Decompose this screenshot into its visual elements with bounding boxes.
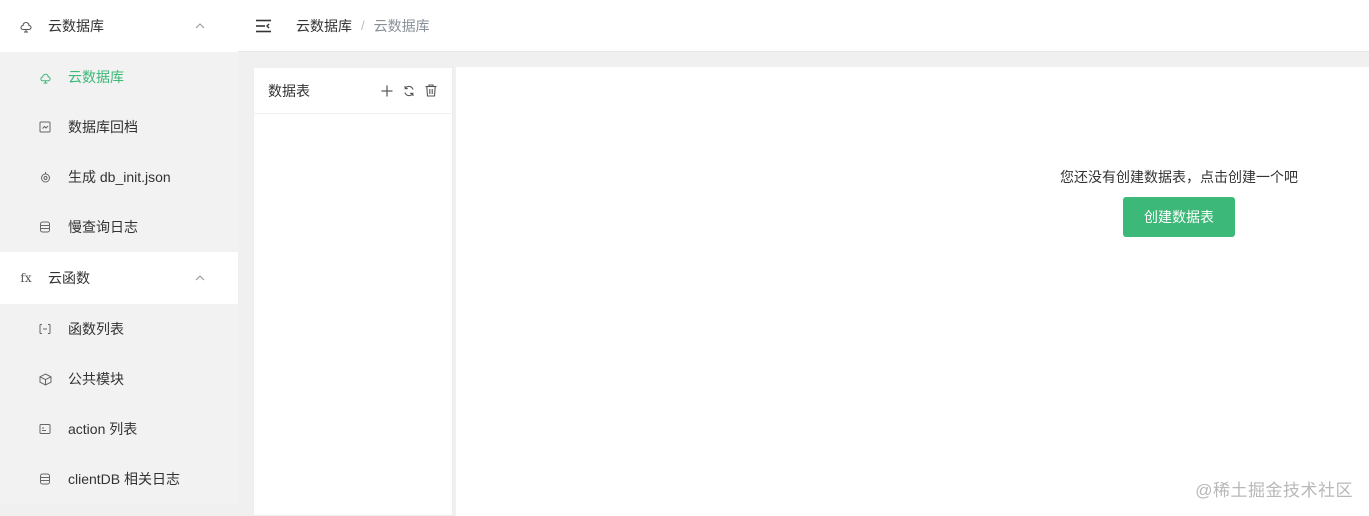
fx-icon: fx [20,271,32,285]
sidebar: 云数据库 云数据库 数据库回档 生成 db_init.json 慢查询日志 fx… [0,0,238,516]
table-list-title: 数据表 [268,82,310,99]
refresh-icon[interactable] [401,83,416,98]
add-icon[interactable] [379,83,394,98]
sidebar-item-label: 生成 db_init.json [68,169,171,185]
sidebar-item-slow-query-log[interactable]: 慢查询日志 [0,202,238,252]
sidebar-group-cloud-db[interactable]: 云数据库 [0,0,238,52]
sidebar-item-label: clientDB 相关日志 [68,471,181,487]
sidebar-item-function-list[interactable]: 函数列表 [0,304,238,354]
sidebar-group-label: 云函数 [48,270,90,286]
create-table-button[interactable]: 创建数据表 [1123,197,1235,237]
table-list-header: 数据表 [254,68,452,114]
table-list-panel: 数据表 [253,67,453,516]
sidebar-item-label: 数据库回档 [68,119,138,135]
breadcrumb-item[interactable]: 云数据库 [296,16,352,36]
cloud-db-icon [38,70,52,84]
sidebar-sublist-cloud-functions: 函数列表 公共模块 action 列表 clientDB 相关日志 [0,304,238,504]
sidebar-item-clientdb-logs[interactable]: clientDB 相关日志 [0,454,238,504]
sidebar-item-label: 公共模块 [68,371,124,387]
main-content: 您还没有创建数据表，点击创建一个吧 创建数据表 [456,67,1369,516]
cube-icon [38,372,52,386]
action-icon [38,422,52,436]
chevron-up-icon[interactable] [194,20,206,32]
sidebar-item-common-modules[interactable]: 公共模块 [0,354,238,404]
top-bar: 云数据库 / 云数据库 [238,0,1369,52]
archive-icon [38,120,52,134]
sidebar-group-label: 云数据库 [48,18,104,34]
log-icon [38,220,52,234]
empty-state-text: 您还没有创建数据表，点击创建一个吧 [1060,169,1298,185]
log-icon [38,472,52,486]
sidebar-item-label: action 列表 [68,421,138,437]
sidebar-item-label: 慢查询日志 [68,219,138,235]
cloud-db-icon [18,18,34,34]
delete-icon[interactable] [423,83,438,98]
chevron-up-icon[interactable] [194,272,206,284]
sidebar-item-generate-db-init[interactable]: 生成 db_init.json [0,152,238,202]
sidebar-group-cloud-functions[interactable]: fx 云函数 [0,252,238,304]
breadcrumb-item-current: 云数据库 [373,17,430,34]
table-list-actions [379,83,438,98]
sidebar-item-label: 函数列表 [68,321,124,337]
generate-icon [38,170,52,184]
sidebar-item-db-rollback[interactable]: 数据库回档 [0,102,238,152]
sidebar-item-cloud-db[interactable]: 云数据库 [0,52,238,102]
list-icon [38,322,52,336]
sidebar-item-action-list[interactable]: action 列表 [0,404,238,454]
sidebar-sublist-cloud-db: 云数据库 数据库回档 生成 db_init.json 慢查询日志 [0,52,238,252]
menu-collapse-icon[interactable] [254,18,272,34]
watermark: @稀土掘金技术社区 [1195,481,1353,500]
sidebar-item-label: 云数据库 [68,69,124,85]
breadcrumb-separator: / [361,18,365,33]
breadcrumb: 云数据库 / 云数据库 [296,16,430,36]
